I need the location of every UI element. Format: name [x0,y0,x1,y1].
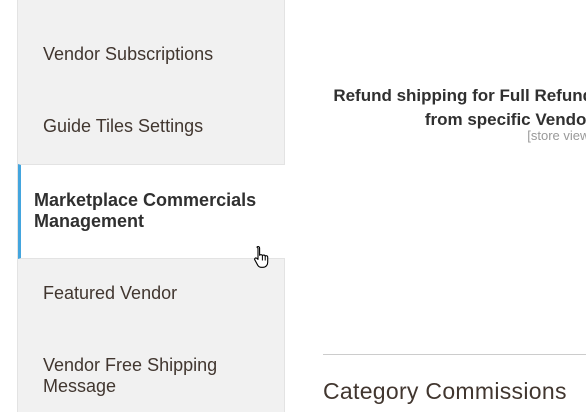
sidebar-item-label: Marketplace Commercials Management [34,190,257,231]
sidebar-item-label: Guide Tiles Settings [43,116,204,136]
sidebar-item-vendor-free-shipping-message[interactable]: Vendor Free Shipping Message [18,355,285,405]
field-label-line1: Refund shipping for Full Refund [333,86,586,105]
sidebar-item-guide-tiles-settings[interactable]: Guide Tiles Settings [18,116,285,142]
config-sidebar: Vendor Subscriptions Guide Tiles Setting… [17,0,285,412]
refund-shipping-field-label: Refund shipping for Full Refund from spe… [293,84,586,143]
sidebar-item-label: Vendor Subscriptions [43,44,214,64]
sidebar-item-marketplace-commercials-management[interactable]: Marketplace Commercials Management [18,164,285,259]
sidebar-item-label: Vendor Free Shipping Message [43,355,218,396]
hand-pointer-icon [254,245,269,268]
sidebar-item-featured-vendor[interactable]: Featured Vendor [18,283,285,309]
category-commissions-section-title[interactable]: Category Commissions [323,378,567,405]
sidebar-item-vendor-subscriptions[interactable]: Vendor Subscriptions [18,44,285,70]
sidebar-item-label: Featured Vendor [43,283,178,303]
section-divider [323,354,586,355]
